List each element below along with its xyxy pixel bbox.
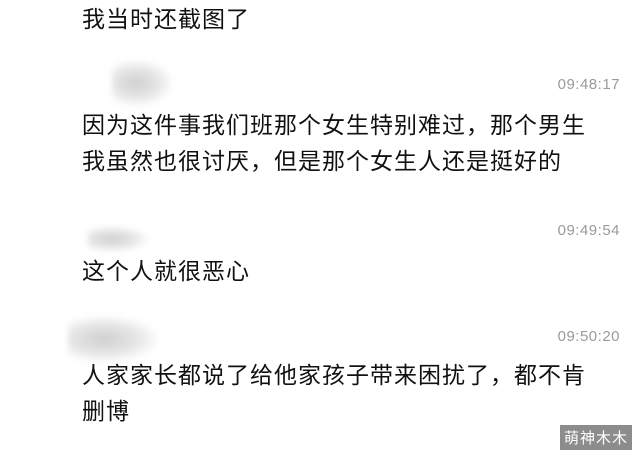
blurred-avatar (68, 316, 158, 362)
blurred-avatar (112, 60, 172, 106)
message-text: 删博 (82, 399, 130, 425)
message-timestamp: 09:48:17 (557, 76, 620, 93)
chat-screenshot: 我当时还截图了 09:48:17 因为这件事我们班那个女生特别难过，那个男生 我… (0, 0, 640, 466)
message-timestamp: 09:49:54 (557, 222, 620, 239)
message-text: 我虽然也很讨厌，但是那个女生人还是挺好的 (82, 149, 562, 175)
message-text: 因为这件事我们班那个女生特别难过，那个男生 (82, 113, 586, 139)
watermark: 萌神木木 (559, 425, 632, 450)
message-text: 这个人就很恶心 (82, 259, 250, 285)
message-text: 我当时还截图了 (82, 7, 250, 33)
blurred-source-caption (230, 450, 410, 466)
message-timestamp: 09:50:20 (557, 328, 620, 345)
blurred-sender-name (88, 226, 148, 252)
message-text: 人家家长都说了给他家孩子带来困扰了，都不肯 (82, 363, 586, 389)
